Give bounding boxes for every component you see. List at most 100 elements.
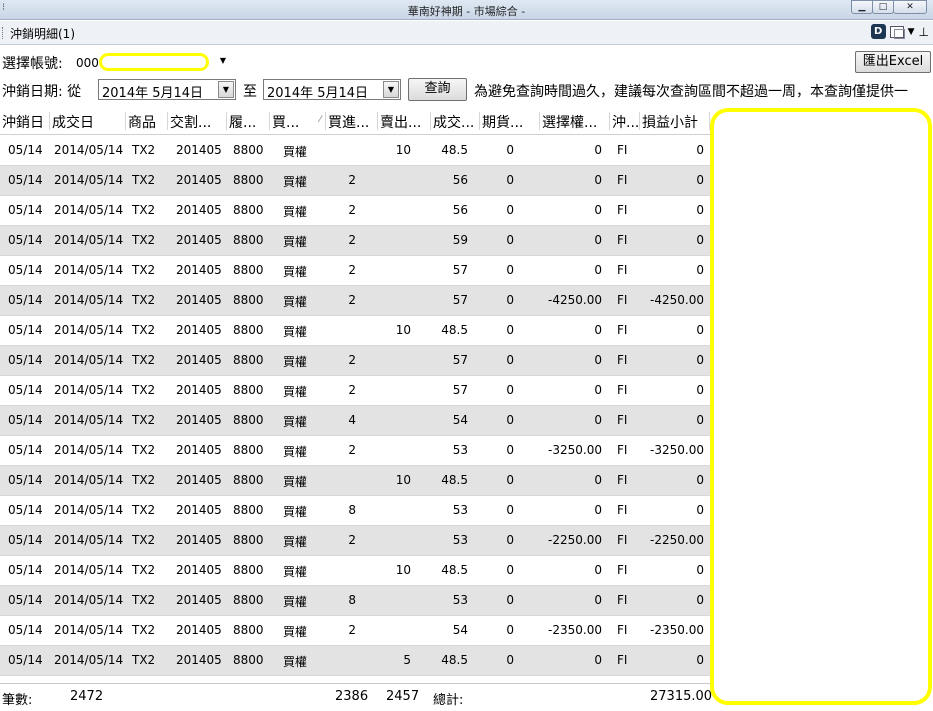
table-cell: 201405: [176, 173, 222, 187]
table-cell: -4250.00: [650, 293, 704, 307]
table-row[interactable]: 05/14 2014/05/14 TX2 201405 8800 買權 2 54 0 -2350.…: [0, 616, 710, 646]
column-header[interactable]: 選擇權...: [540, 112, 610, 130]
table-cell: TX2: [132, 533, 156, 547]
tab-offset-details[interactable]: 沖銷明細(1): [10, 25, 75, 42]
table-cell: 05/14: [8, 533, 43, 547]
sort-icon[interactable]: ⁄: [319, 115, 321, 125]
table-cell: 8800: [233, 623, 264, 637]
column-header[interactable]: 買... ⁄: [270, 112, 326, 130]
column-header[interactable]: 賣出...: [378, 112, 431, 130]
calendar-dropdown-icon[interactable]: ▼: [383, 81, 399, 98]
table-cell: TX2: [132, 143, 156, 157]
table-cell: 0: [696, 503, 704, 517]
minimize-button[interactable]: ▁: [851, 0, 873, 14]
table-row[interactable]: 05/14 2014/05/14 TX2 201405 8800 買權 2 57 0 0 FI 0: [0, 376, 710, 406]
table-row[interactable]: 05/14 2014/05/14 TX2 201405 8800 買權 2 57 0 -4250.…: [0, 286, 710, 316]
column-header[interactable]: 商品: [126, 112, 168, 130]
table-row[interactable]: 05/14 2014/05/14 TX2 201405 8800 買權 2 56 0 0 FI 0: [0, 196, 710, 226]
account-select[interactable]: 000 ▼: [72, 53, 228, 72]
table-cell: 8800: [233, 293, 264, 307]
column-header[interactable]: 期貨...: [480, 112, 540, 130]
table-cell: 8800: [233, 323, 264, 337]
table-cell: 0: [506, 173, 514, 187]
table-cell: 8800: [233, 263, 264, 277]
date-from-value: 2014年 5月14日: [102, 86, 204, 101]
table-cell: 201405: [176, 383, 222, 397]
table-cell: TX2: [132, 203, 156, 217]
table-cell: 8800: [233, 443, 264, 457]
table-cell: 0: [594, 593, 602, 607]
table-row[interactable]: 05/14 2014/05/14 TX2 201405 8800 買權 8 53 0 0 FI 0: [0, 586, 710, 616]
table-cell: 2: [348, 263, 356, 277]
dropdown-arrow-icon[interactable]: ▼: [908, 27, 915, 37]
table-cell: 8800: [233, 473, 264, 487]
table-cell: 2: [348, 443, 356, 457]
app-logo-icon[interactable]: D: [870, 24, 886, 39]
table-cell: 買權: [283, 385, 308, 399]
table-cell: 4: [348, 413, 356, 427]
table-row[interactable]: 05/14 2014/05/14 TX2 201405 8800 買權 10 48.5 0 0 FI…: [0, 466, 710, 496]
table-cell: 05/14: [8, 263, 43, 277]
window-restore-icon[interactable]: [889, 25, 905, 39]
table-cell: 201405: [176, 293, 222, 307]
table-cell: 10: [395, 563, 411, 577]
column-header[interactable]: 成交...: [431, 112, 480, 130]
table-row[interactable]: 05/14 2014/05/14 TX2 201405 8800 買權 2 53 0 -3250.…: [0, 436, 710, 466]
table-cell: 0: [696, 233, 704, 247]
table-row[interactable]: 05/14 2014/05/14 TX2 201405 8800 買權 2 53 0 -2250.…: [0, 526, 710, 556]
date-from-picker[interactable]: 2014年 5月14日 ▼: [98, 79, 236, 101]
pnl-total: 27315.00: [650, 689, 713, 704]
table-row[interactable]: 05/14 2014/05/14 TX2 201405 8800 買權 10 48.5 0 0 FI…: [0, 556, 710, 586]
table-cell: 54: [452, 623, 468, 637]
table-row[interactable]: 05/14 2014/05/14 TX2 201405 8800 買權 8 53 0 0 FI 0: [0, 496, 710, 526]
column-header[interactable]: 成交日: [50, 112, 126, 130]
column-header[interactable]: 履...: [227, 112, 270, 130]
account-label: 選擇帳號:: [2, 56, 63, 72]
table-cell: 2014/05/14: [54, 503, 124, 517]
table-cell: 05/14: [8, 353, 43, 367]
maximize-button[interactable]: □: [872, 0, 894, 14]
table-cell: 201405: [176, 323, 222, 337]
table-cell: 0: [594, 473, 602, 487]
table-cell: 05/14: [8, 173, 43, 187]
close-button[interactable]: ✕: [893, 0, 927, 14]
table-cell: 0: [506, 383, 514, 397]
table-cell: 0: [506, 503, 514, 517]
table-cell: FI: [617, 143, 628, 157]
table-cell: 0: [594, 353, 602, 367]
column-header[interactable]: 買進...: [326, 112, 378, 130]
column-header[interactable]: 沖銷日: [0, 112, 50, 130]
table-cell: 0: [696, 563, 704, 577]
calendar-dropdown-icon[interactable]: ▼: [218, 81, 234, 98]
table-cell: 201405: [176, 143, 222, 157]
table-row[interactable]: 05/14 2014/05/14 TX2 201405 8800 買權 2 57 0 0 FI 0: [0, 256, 710, 286]
count-label: 筆數:: [2, 693, 33, 708]
table-row[interactable]: 05/14 2014/05/14 TX2 201405 8800 買權 10 48.5 0 0 FI…: [0, 316, 710, 346]
table-cell: 買權: [283, 445, 308, 459]
query-button[interactable]: 查詢: [408, 78, 467, 101]
table-row[interactable]: 05/14 2014/05/14 TX2 201405 8800 買權 2 56 0 0 FI 0: [0, 166, 710, 196]
table-row[interactable]: 05/14 2014/05/14 TX2 201405 8800 買權 2 57 0 0 FI 0: [0, 346, 710, 376]
table-row[interactable]: 05/14 2014/05/14 TX2 201405 8800 買權 10 48.5 0 0 FI…: [0, 136, 710, 166]
table-cell: 買權: [283, 295, 308, 309]
date-to-value: 2014年 5月14日: [267, 86, 369, 101]
pin-icon[interactable]: ⊥: [919, 25, 929, 39]
table-cell: 0: [594, 323, 602, 337]
to-label: 至: [243, 84, 257, 100]
table-cell: FI: [617, 323, 628, 337]
column-header[interactable]: 損益小計: [640, 112, 710, 130]
table-cell: 2014/05/14: [54, 143, 124, 157]
table-cell: 2014/05/14: [54, 263, 124, 277]
table-row[interactable]: 05/14 2014/05/14 TX2 201405 8800 買權 4 54 0 0 FI 0: [0, 406, 710, 436]
export-excel-button[interactable]: 匯出Excel: [855, 51, 931, 73]
chevron-down-icon[interactable]: ▼: [220, 56, 226, 65]
table-cell: 買權: [283, 655, 308, 669]
column-header[interactable]: 沖...: [610, 112, 640, 130]
table-row[interactable]: 05/14 2014/05/14 TX2 201405 8800 買權 5 48.5 0 0 FI 0: [0, 646, 710, 676]
column-header[interactable]: 交割...: [168, 112, 227, 130]
date-to-picker[interactable]: 2014年 5月14日 ▼: [263, 79, 401, 101]
table-cell: 0: [506, 203, 514, 217]
table-cell: 0: [506, 443, 514, 457]
table-row[interactable]: 05/14 2014/05/14 TX2 201405 8800 買權 2 59 0 0 FI 0: [0, 226, 710, 256]
table-cell: 0: [506, 233, 514, 247]
